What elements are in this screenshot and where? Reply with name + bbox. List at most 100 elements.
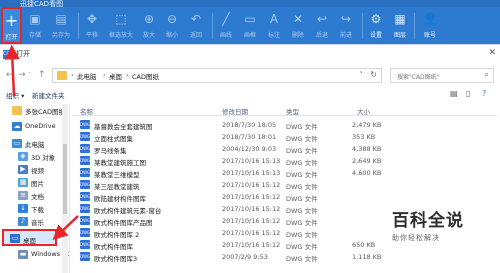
file-row[interactable]: DWG 某三层教堂建筑 2017/10/16 15:12 DWG 文件 <box>72 179 497 191</box>
search-placeholder: 搜索"CAD图纸" <box>397 74 440 81</box>
delete-button[interactable]: ✕ 删除 <box>288 7 308 44</box>
file-row[interactable]: DWG 某教堂三维模型 2017/10/16 15:13 DWG 文件 4,60… <box>72 167 497 179</box>
folder-icon <box>12 106 22 115</box>
zoom-out-button[interactable]: ⊖ 缩小 <box>162 7 182 44</box>
nav-label: 3D 对象 <box>31 154 56 162</box>
forward-button[interactable]: ↪ 前进 <box>336 7 356 44</box>
nav-label: 视频 <box>31 167 44 175</box>
file-row[interactable]: DWG 立面柱式图集 2018/7/30 18:01 DWG 文件 353 KB <box>72 131 497 143</box>
file-date: 2004/12/30 9:03 <box>222 145 277 153</box>
draw-box-button[interactable]: ▭ 画框 <box>240 7 260 44</box>
address-bar[interactable]: › 此电脑 › 桌面 › CAD图纸 ˅ ↻ <box>52 68 382 83</box>
file-date: 2017/10/16 15:13 <box>222 157 281 165</box>
file-date: 2017/10/16 15:13 <box>222 169 281 177</box>
nav-label: 此电脑 <box>25 141 45 149</box>
nav-item-cad-drawings[interactable]: 多张CAD图纸 <box>6 105 70 117</box>
back-arrow-icon[interactable]: ← <box>6 70 14 80</box>
dialog-title: 打开 <box>16 50 30 58</box>
search-icon: ⌕ <box>484 70 489 79</box>
file-date: 2017/10/16 15:12 <box>222 181 281 189</box>
file-name: 欧式构件图库 <box>94 243 133 251</box>
dwg-file-icon: DWG <box>80 180 91 189</box>
cube-icon: ◈ <box>18 152 28 161</box>
file-name: 欧式构件图库 2 <box>94 231 140 239</box>
file-name: 基督教会全套建筑图 <box>94 123 153 131</box>
file-type: DWG 文件 <box>286 171 318 179</box>
new-folder-button[interactable]: 新建文件夹 <box>32 90 65 100</box>
forward-label: 前进 <box>339 32 352 39</box>
zoom-in-icon: ⊕ <box>143 12 155 26</box>
column-header-date[interactable]: 修改日期 <box>222 106 248 116</box>
nav-item-this-pc[interactable]: ▭ 此电脑 <box>6 138 70 150</box>
back-button[interactable]: ↩ 后退 <box>312 7 332 44</box>
draw-line-button[interactable]: ╱ 画线 <box>216 7 236 44</box>
preview-pane-icon[interactable]: ▯ <box>466 89 470 98</box>
back-icon: ↩ <box>316 12 328 26</box>
save-as-icon: ▤ <box>55 12 67 26</box>
close-icon[interactable]: ✕ <box>488 48 496 58</box>
layers-icon: ▦ <box>394 12 406 26</box>
forward-icon: ↪ <box>340 12 352 26</box>
file-type: DWG 文件 <box>286 183 318 191</box>
up-arrow-icon[interactable]: ↑ <box>38 70 46 80</box>
breadcrumb-this-pc[interactable]: 此电脑 <box>77 71 97 81</box>
open-button[interactable]: + 打开 <box>1 7 22 44</box>
delete-icon: ✕ <box>292 12 304 26</box>
nav-item-desktop[interactable]: ▭ 桌面 <box>2 229 57 246</box>
column-header-name[interactable]: 名称 <box>80 106 93 116</box>
settings-button[interactable]: ⚙ 设置 <box>366 7 386 44</box>
file-name: 某教堂建筑施工图 <box>94 159 146 167</box>
column-header-type[interactable]: 类型 <box>286 106 299 116</box>
file-name: 某三层教堂建筑 <box>94 183 140 191</box>
save-icon: ▣ <box>29 12 41 26</box>
nav-label: 文档 <box>31 193 44 201</box>
file-row[interactable]: DWG 欧陆建材构件图库 2017/10/16 15:12 DWG 文件 <box>72 191 497 203</box>
watermark: 百科全说 助你轻松解决 <box>392 206 496 246</box>
file-name: 罗马线条集 <box>94 147 127 155</box>
breadcrumb-cad-folder[interactable]: CAD图纸 <box>132 71 159 81</box>
file-type: DWG 文件 <box>286 243 318 251</box>
scrollbar-thumb[interactable] <box>63 144 67 214</box>
zoom-in-button[interactable]: ⊕ 放大 <box>139 7 159 44</box>
file-row[interactable]: DWG 基督教会全套建筑图 2018/7/30 18:05 DWG 文件 2,4… <box>72 119 497 131</box>
chevron-down-icon[interactable]: ˅ <box>360 71 364 79</box>
app-title-bar: 迅捷CAD看图 <box>0 0 500 8</box>
save-button[interactable]: ▣ 存储 <box>25 7 45 44</box>
dwg-file-icon: DWG <box>80 252 91 261</box>
zoom-window-button[interactable]: ⬚ 框选放大 <box>106 7 136 44</box>
pan-button[interactable]: ✥ 平移 <box>82 7 102 44</box>
file-row[interactable]: DWG 某教堂建筑施工图 2017/10/16 15:13 DWG 文件 2,6… <box>72 155 497 167</box>
account-button[interactable]: 👤 账号 <box>420 7 440 44</box>
rectangle-icon: ▭ <box>244 12 256 26</box>
annotate-button[interactable]: A 标注 <box>264 7 284 44</box>
cloud-icon: ☁ <box>12 122 22 131</box>
file-type: DWG 文件 <box>286 123 318 131</box>
dwg-file-icon: DWG <box>80 192 91 201</box>
settings-label: 设置 <box>369 32 382 39</box>
forward-arrow-icon[interactable]: → <box>18 70 26 80</box>
breadcrumb-desktop[interactable]: 桌面 <box>109 71 122 81</box>
nav-item-onedrive[interactable]: ☁ OneDrive <box>6 121 70 133</box>
refresh-icon[interactable]: ↻ <box>370 70 377 79</box>
watermark-subtitle: 助你轻松解决 <box>392 234 440 242</box>
view-options-icon[interactable]: ▤ <box>450 89 458 98</box>
layers-button[interactable]: ▦ 图层 <box>390 7 410 44</box>
organize-menu[interactable]: 组织 ▾ <box>6 90 24 100</box>
help-icon[interactable]: ? <box>482 89 486 98</box>
toolbar-separator <box>414 13 415 39</box>
file-row[interactable]: DWG 欧式构件图库3 2007/2/9 9:53 DWG 文件 1,118 K… <box>72 251 497 263</box>
dwg-file-icon: DWG <box>80 216 91 225</box>
search-box[interactable]: 搜索"CAD图纸" ⌕ <box>390 68 494 83</box>
nav-label: 图片 <box>31 180 44 188</box>
dwg-file-icon: DWG <box>80 156 91 165</box>
file-name: 立面柱式图集 <box>94 135 133 143</box>
chevron-down-icon[interactable]: ˅ <box>28 72 31 79</box>
column-header-size[interactable]: 大小 <box>357 106 370 116</box>
save-as-button[interactable]: ▤ 另存为 <box>48 7 74 44</box>
draw-box-label: 画框 <box>243 32 256 39</box>
file-row[interactable]: DWG 罗马线条集 2004/12/30 9:03 DWG 文件 4,388 K… <box>72 143 497 155</box>
folder-icon <box>57 71 67 80</box>
nav-scrollbar[interactable] <box>62 104 68 273</box>
return-button[interactable]: ↶ 返回 <box>186 7 206 44</box>
account-label: 账号 <box>423 32 436 39</box>
